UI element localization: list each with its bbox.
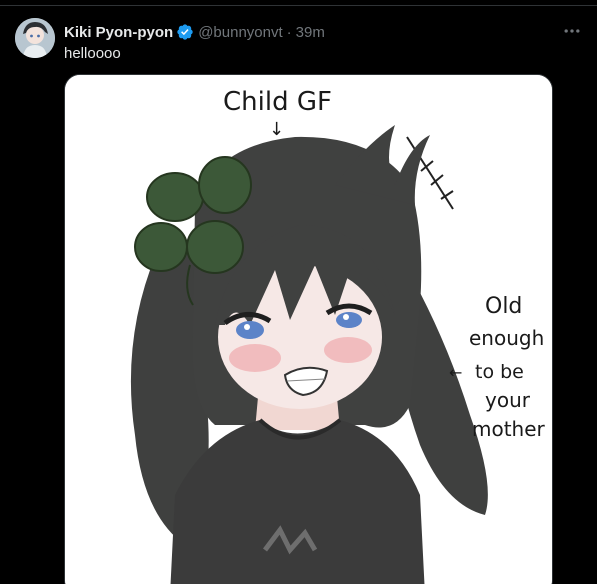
display-name[interactable]: Kiki Pyon-pyon bbox=[64, 24, 173, 41]
caption-side-arrow: ← bbox=[449, 363, 462, 382]
tweet-header: Kiki Pyon-pyon @bunnyonvt · 39m bbox=[64, 22, 325, 42]
tweet-media[interactable]: Child GF ↓ Old enough ← to be your mothe… bbox=[64, 74, 553, 584]
timestamp[interactable]: 39m bbox=[296, 24, 325, 41]
handle[interactable]: @bunnyonvt bbox=[198, 24, 282, 41]
caption-top-arrow: ↓ bbox=[269, 119, 284, 140]
caption-side-line-3: to be bbox=[475, 361, 524, 383]
separator-dot: · bbox=[286, 23, 292, 41]
avatar-image bbox=[15, 18, 55, 58]
more-options-icon[interactable] bbox=[560, 21, 584, 41]
caption-top: Child GF bbox=[223, 87, 332, 117]
caption-side-line-5: mother bbox=[472, 417, 546, 441]
tweet-text: helloooo bbox=[64, 45, 121, 62]
top-divider bbox=[0, 5, 597, 6]
media-illustration: Child GF ↓ Old enough ← to be your mothe… bbox=[65, 75, 552, 584]
caption-side-line-1: Old bbox=[485, 294, 522, 319]
verified-badge-icon bbox=[176, 23, 194, 41]
avatar[interactable] bbox=[15, 18, 55, 58]
caption-side-line-2: enough bbox=[469, 326, 544, 350]
caption-side-line-4: your bbox=[485, 388, 531, 412]
